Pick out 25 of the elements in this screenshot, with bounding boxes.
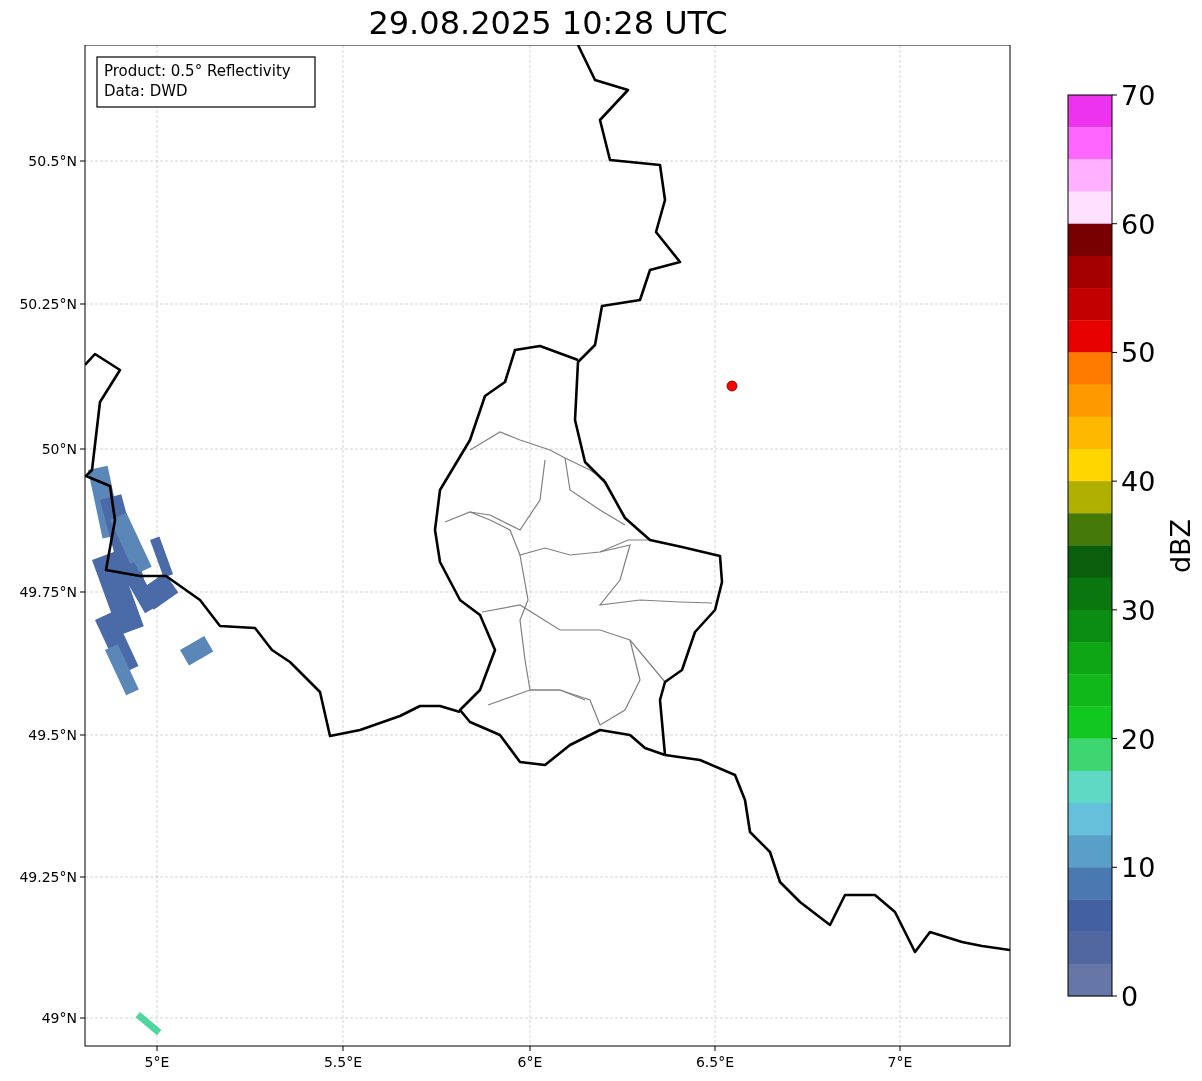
colorbar-tick-label: 40 [1121,466,1156,498]
latitude-label: 49.5°N [28,727,77,743]
longitude-label: 6°E [517,1054,543,1070]
latitude-label: 49°N [41,1010,77,1026]
latitude-label: 49.75°N [19,584,77,600]
colorbar-label: dBZ [1165,518,1196,574]
latitude-label: 50.5°N [28,153,77,169]
colorbar-tick-label: 20 [1121,723,1156,755]
colorbar-tick-label: 30 [1121,594,1156,626]
longitude-label: 6.5°E [695,1054,735,1070]
latitude-label: 49.25°N [19,869,77,885]
info-text: Data: DWD [104,82,188,100]
longitude-label: 7°E [887,1054,913,1070]
colorbar-tick-label: 0 [1121,981,1139,1012]
colorbar-tick-label: 50 [1121,337,1156,369]
longitude-label: 5.5°E [323,1054,363,1070]
latitude-label: 50.25°N [19,296,77,312]
latitude-label: 50°N [41,441,77,457]
colorbar-tick-label: 70 [1121,80,1156,111]
colorbar-tick-label: 60 [1121,208,1156,240]
location-marker [726,380,738,392]
longitude-label: 5°E [144,1054,170,1070]
plot-title: 29.08.2025 10:28 UTC [368,6,728,39]
colorbar-tick-label: 10 [1121,852,1156,884]
info-text: Product: 0.5° Reflectivity [104,62,291,80]
